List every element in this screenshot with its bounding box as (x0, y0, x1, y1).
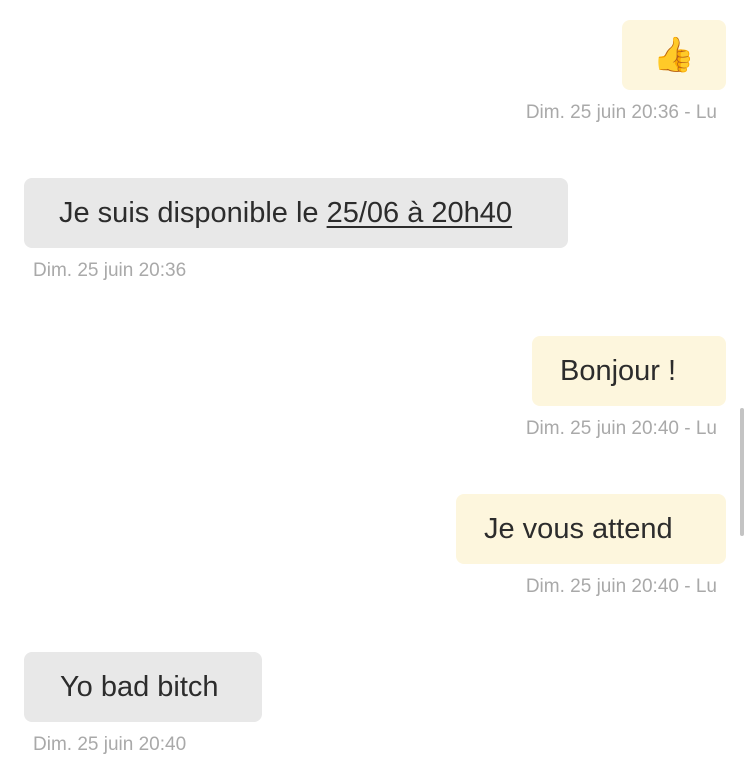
message-thread: 👍 Dim. 25 juin 20:36 - Lu Je suis dispon… (0, 0, 750, 776)
message-timestamp: Dim. 25 juin 20:36 (33, 260, 187, 281)
message-timestamp: Dim. 25 juin 20:36 - Lu (525, 102, 717, 123)
message-text: Je vous attend (484, 512, 673, 545)
message-text: Je suis disponible le (59, 196, 327, 229)
message-timestamp: Dim. 25 juin 20:40 - Lu (525, 576, 717, 597)
scrollbar-thumb[interactable] (740, 408, 744, 536)
message-timestamp: Dim. 25 juin 20:40 - Lu (525, 418, 717, 439)
message-text: Bonjour ! (560, 354, 677, 387)
incoming-message-bubble[interactable]: Je suis disponible le 25/06 à 20h40 (24, 178, 568, 248)
outgoing-message-bubble[interactable]: Je vous attend (456, 494, 726, 564)
date-time-link[interactable]: 25/06 à 20h40 (327, 197, 512, 230)
outgoing-message-bubble[interactable]: 👍 (622, 20, 726, 90)
incoming-message-bubble[interactable]: Yo bad bitch (24, 652, 262, 722)
outgoing-message-bubble[interactable]: Bonjour ! (532, 336, 726, 406)
message-timestamp: Dim. 25 juin 20:40 (33, 734, 187, 755)
message-text: Yo bad bitch (60, 670, 219, 703)
thumbs-up-icon: 👍 (652, 36, 696, 74)
